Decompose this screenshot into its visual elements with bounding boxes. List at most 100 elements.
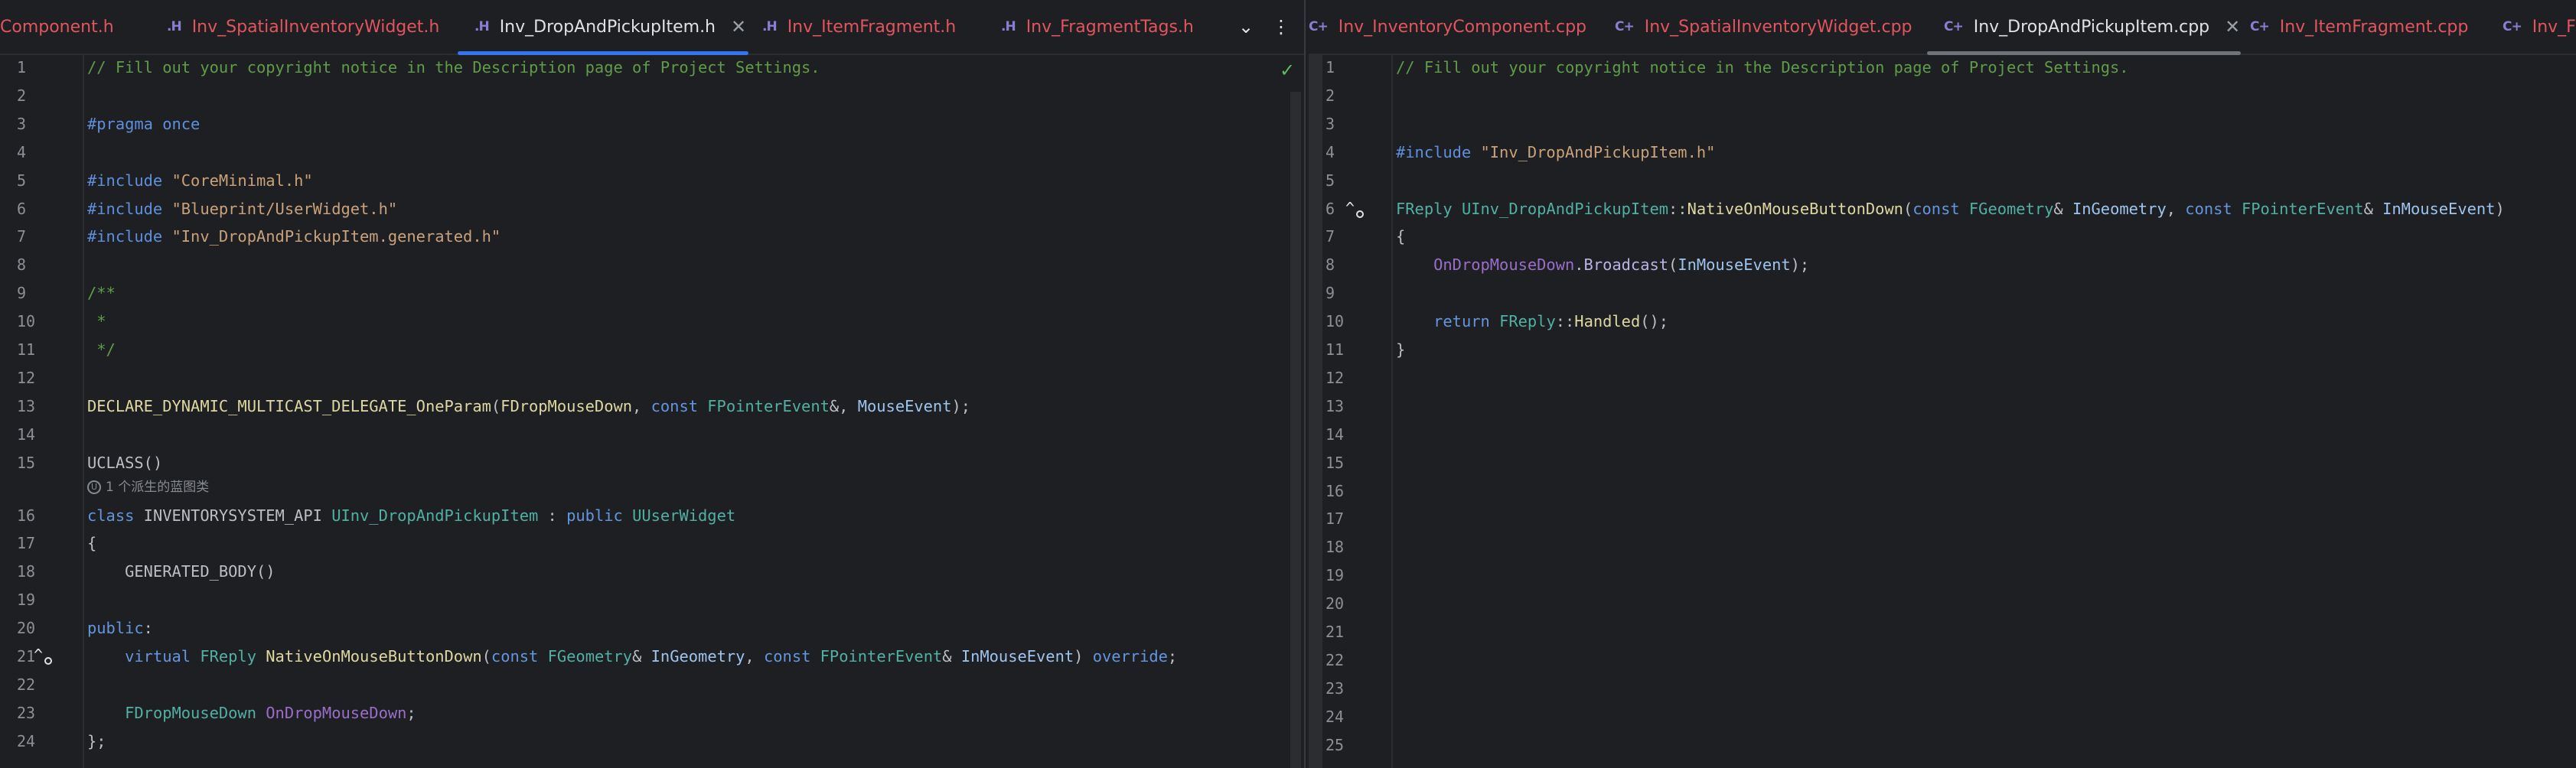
code-line[interactable]: 21 <box>1309 618 2576 646</box>
code-line[interactable]: 11} <box>1309 336 2576 364</box>
code-line[interactable]: 8 OnDropMouseDown.Broadcast(InMouseEvent… <box>1309 251 2576 279</box>
code-line[interactable]: 16 <box>1309 477 2576 506</box>
code-line[interactable]: 10 return FReply::Handled(); <box>1309 308 2576 336</box>
code-token: ); <box>1790 255 1810 274</box>
line-number: 14 <box>17 425 36 444</box>
line-number: 22 <box>1325 651 1345 669</box>
code-token: UUserWidget <box>632 506 736 525</box>
line-number: 10 <box>17 312 36 330</box>
code-text: #pragma once <box>87 110 200 138</box>
code-line[interactable]: 7{ <box>1309 223 2576 251</box>
code-line[interactable]: 4 #include "Inv_DropAndPickupItem.h" <box>1309 138 2576 167</box>
code-text: { <box>87 529 96 558</box>
code-token: const <box>651 397 698 415</box>
blueprint-derived-hint[interactable]: U 1 个派生的蓝图类 <box>87 476 209 499</box>
tab-inv-inventory-component-h[interactable]: Component.h <box>0 0 114 54</box>
code-line[interactable]: 3 #pragma once <box>0 110 1304 138</box>
code-token: } <box>1396 340 1406 359</box>
line-number: 21 <box>1325 623 1345 641</box>
line-number: 15 <box>17 454 36 472</box>
code-line[interactable]: 19 <box>0 586 1304 614</box>
tab-inv-spatial-inventory-widget-cpp[interactable]: C+ Inv_SpatialInventoryWidget.cpp <box>1615 0 1912 54</box>
code-line[interactable]: 22 <box>1309 646 2576 675</box>
tab-inv-item-fragment-cpp[interactable]: C+ Inv_ItemFragment.cpp <box>2250 0 2468 54</box>
code-line[interactable]: 10 * <box>0 308 1304 336</box>
code-line[interactable]: 16 class INVENTORYSYSTEM_API UInv_DropAnd… <box>0 502 1304 530</box>
code-line[interactable]: 24}; <box>0 727 1304 756</box>
code-line[interactable]: 15 UCLASS() <box>0 449 1304 477</box>
code-text: // Fill out your copyright notice in the… <box>87 54 820 82</box>
code-line[interactable]: 24 <box>1309 703 2576 731</box>
right-tab-bar: C+ Inv_InventoryComponent.cpp C+ Inv_Spa… <box>1309 0 2576 55</box>
unreal-icon: U <box>87 480 101 494</box>
code-token: const <box>491 647 539 665</box>
code-line[interactable]: 7 #include "Inv_DropAndPickupItem.generat… <box>0 223 1304 251</box>
code-text: #include "Inv_DropAndPickupItem.h" <box>1396 138 1715 167</box>
code-line[interactable]: 3 <box>1309 110 2576 138</box>
code-line[interactable]: 13 DECLARE_DYNAMIC_MULTICAST_DELEGATE_One… <box>0 392 1304 421</box>
code-line[interactable]: 20 public: <box>0 614 1304 643</box>
chevron-down-icon[interactable]: ⌄ <box>1231 0 1261 54</box>
tab-label: Inv_DropAndPickupItem.h <box>499 17 716 37</box>
code-line[interactable]: 20 <box>1309 590 2576 618</box>
code-line[interactable]: 2 <box>1309 82 2576 110</box>
more-options-icon[interactable]: ⋮ <box>1266 0 1296 54</box>
code-line[interactable]: 5 #include "CoreMinimal.h" <box>0 167 1304 195</box>
code-line[interactable]: 8 <box>0 251 1304 279</box>
tab-inv-fr-truncated[interactable]: C+ Inv_Fr <box>2503 0 2576 54</box>
tab-inv-drop-and-pickup-item-h[interactable]: .H Inv_DropAndPickupItem.h ✕ <box>474 0 746 54</box>
code-token: "Inv_DropAndPickupItem.generated.h" <box>171 227 501 246</box>
code-line[interactable]: 19 <box>1309 561 2576 590</box>
code-line[interactable]: 17 { <box>0 529 1304 558</box>
code-line[interactable]: 14 <box>1309 421 2576 449</box>
code-text: FDropMouseDown OnDropMouseDown; <box>87 699 416 727</box>
code-line[interactable]: 23 <box>1309 675 2576 703</box>
code-line[interactable]: 6 FReply UInv_DropAndPickupItem::NativeOn… <box>1309 195 2576 223</box>
code-line[interactable]: 6 #include "Blueprint/UserWidget.h" <box>0 195 1304 223</box>
close-icon[interactable]: ✕ <box>731 16 746 37</box>
code-token: public <box>87 619 144 637</box>
tab-inv-item-fragment-h[interactable]: .H Inv_ItemFragment.h <box>762 0 956 54</box>
code-line[interactable]: 18 <box>1309 533 2576 561</box>
right-code-editor[interactable]: ^ 1// Fill out your copyright notice in … <box>1309 55 2576 768</box>
code-line[interactable]: 15 <box>1309 449 2576 477</box>
code-line[interactable]: 4 <box>0 138 1304 167</box>
code-line[interactable]: 11 */ <box>0 336 1304 364</box>
code-line[interactable]: 22 <box>0 671 1304 699</box>
code-line[interactable]: 9 <box>1309 279 2576 308</box>
code-line[interactable]: 9 /** <box>0 279 1304 308</box>
code-line[interactable]: 14 <box>0 421 1304 449</box>
code-token: Handled <box>1574 312 1641 330</box>
line-number: 16 <box>1325 482 1345 500</box>
code-line[interactable]: 17 <box>1309 505 2576 533</box>
close-icon[interactable]: ✕ <box>2225 16 2240 37</box>
code-line[interactable]: 12 <box>0 364 1304 392</box>
line-number: 20 <box>17 619 36 637</box>
tab-inv-spatial-inventory-widget-h[interactable]: .H Inv_SpatialInventoryWidget.h <box>167 0 439 54</box>
tab-inv-fragment-tags-h[interactable]: .H Inv_FragmentTags.h <box>1001 0 1194 54</box>
line-number: 18 <box>1325 538 1345 556</box>
code-line[interactable]: 18 GENERATED_BODY() <box>0 558 1304 586</box>
code-token: FDropMouseDown <box>125 704 256 722</box>
code-line[interactable]: 23 FDropMouseDown OnDropMouseDown; <box>0 699 1304 727</box>
code-line[interactable]: 12 <box>1309 364 2576 392</box>
code-token: ; <box>406 704 416 722</box>
code-line[interactable]: 1 // Fill out your copyright notice in th… <box>0 54 1304 82</box>
code-line[interactable]: 5 <box>1309 167 2576 195</box>
code-line[interactable]: 13 <box>1309 392 2576 421</box>
code-token: :: <box>1555 312 1575 330</box>
left-code-editor[interactable]: U1 个派生的蓝图类 ^ ✓ 1// Fill out your copyrig… <box>0 55 1304 768</box>
code-line[interactable]: 2 <box>0 82 1304 110</box>
tab-inv-drop-and-pickup-item-cpp[interactable]: C+ Inv_DropAndPickupItem.cpp ✕ <box>1944 0 2240 54</box>
tab-inv-inventory-component-cpp[interactable]: C+ Inv_InventoryComponent.cpp <box>1309 0 1586 54</box>
code-line[interactable]: 25 <box>1309 731 2576 760</box>
line-number: 23 <box>17 704 36 722</box>
line-number: 5 <box>17 171 27 190</box>
code-token: () <box>143 454 163 472</box>
code-token: #include <box>1396 143 1472 161</box>
code-line[interactable]: 21 virtual FReply NativeOnMouseButtonDow… <box>0 643 1304 671</box>
code-line[interactable]: 1 // Fill out your copyright notice in th… <box>1309 54 2576 82</box>
